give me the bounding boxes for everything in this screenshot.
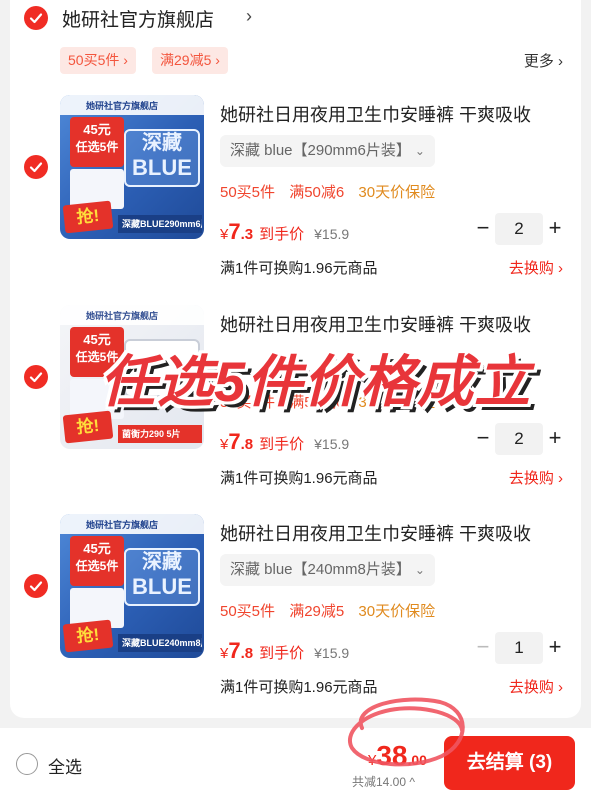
decrease-button[interactable]: − bbox=[471, 213, 495, 245]
tag-buy5: 50买5件 bbox=[220, 603, 276, 620]
product-image[interactable]: 她研社官方旗舰店 45元 任选5件 抢! 深藏 BLUE 深藏BLUE240mm8片 bbox=[60, 514, 204, 658]
chevron-down-icon: ⌄ bbox=[414, 144, 425, 158]
item-checkbox[interactable] bbox=[24, 155, 48, 179]
item-price: ¥7.8 到手价 ¥15.9 bbox=[220, 429, 350, 454]
original-price: ¥15.9 bbox=[314, 226, 350, 242]
item-checkbox[interactable] bbox=[24, 574, 48, 598]
check-icon bbox=[29, 372, 43, 383]
thumb-package: 深藏 BLUE bbox=[124, 548, 200, 606]
thumb-package: 深藏 BLUE bbox=[124, 129, 200, 187]
store-header[interactable]: 她研社官方旗舰店 › bbox=[10, 0, 581, 40]
item-tags: 50买5件 满29减5 30天价保险 bbox=[220, 600, 445, 621]
chevron-right-icon: › bbox=[558, 53, 563, 70]
cart-item: 她研社官方旗舰店 45元 任选5件 抢! 深藏 BLUE 深藏BLUE240mm8片… bbox=[10, 514, 581, 724]
exchange-info: 满1件可换购1.96元商品 bbox=[220, 679, 378, 696]
select-all-label[interactable]: 全选 bbox=[48, 753, 82, 778]
checkout-bar: 全选 ¥38.00 共减14.00 ^ 去结算 (3) bbox=[0, 728, 591, 800]
product-title[interactable]: 她研社日用夜用卫生巾安睡裤 干爽吸收 bbox=[220, 311, 531, 337]
more-button[interactable]: 更多 › bbox=[524, 50, 563, 71]
thumb-grab-label: 抢! bbox=[62, 200, 114, 234]
thumb-price-badge: 45元 任选5件 bbox=[70, 117, 124, 167]
exchange-button[interactable]: 去换购 › bbox=[509, 467, 563, 488]
thumb-store: 她研社官方旗舰店 bbox=[86, 311, 159, 321]
decrease-button[interactable]: − bbox=[471, 632, 495, 664]
product-title[interactable]: 她研社日用夜用卫生巾安睡裤 干爽吸收 bbox=[220, 101, 531, 127]
thumb-grab-label: 抢! bbox=[62, 619, 114, 653]
exchange-button[interactable]: 去换购 › bbox=[509, 676, 563, 697]
decrease-button[interactable]: − bbox=[471, 423, 495, 455]
item-checkbox[interactable] bbox=[24, 365, 48, 389]
check-icon bbox=[29, 162, 43, 173]
increase-button[interactable]: + bbox=[543, 632, 567, 664]
promo-tag-buy5[interactable]: 50买5件 › bbox=[60, 47, 136, 74]
checkout-button[interactable]: 去结算 (3) bbox=[444, 736, 575, 790]
thumb-footer: 菌衡力290 5片 bbox=[118, 425, 202, 443]
exchange-info: 满1件可换购1.96元商品 bbox=[220, 260, 378, 277]
exchange-info: 满1件可换购1.96元商品 bbox=[220, 470, 378, 487]
product-title[interactable]: 她研社日用夜用卫生巾安睡裤 干爽吸收 bbox=[220, 520, 531, 546]
sku-selector[interactable]: 深藏 blue【290mm6片装】 ⌄ bbox=[220, 135, 435, 167]
original-price: ¥15.9 bbox=[314, 436, 350, 452]
original-price: ¥15.9 bbox=[314, 645, 350, 661]
thumb-footer: 深藏BLUE240mm8片 bbox=[118, 634, 202, 652]
chevron-down-icon: ⌄ bbox=[414, 563, 425, 577]
promo-tag-discount[interactable]: 满29减5 › bbox=[152, 47, 228, 74]
store-name[interactable]: 她研社官方旗舰店 bbox=[62, 5, 214, 32]
sku-selector[interactable]: 深藏 blue【240mm8片装】 ⌄ bbox=[220, 554, 435, 586]
chevron-right-icon[interactable]: › bbox=[246, 6, 252, 27]
total-price: ¥38.00 bbox=[368, 740, 427, 771]
cart-item: 她研社官方旗舰店 45元 任选5件 抢! 深藏 BLUE 深藏BLUE290mm6片… bbox=[10, 95, 581, 305]
quantity-stepper: − 1 + bbox=[471, 632, 567, 664]
quantity-value[interactable]: 2 bbox=[495, 213, 543, 245]
item-price: ¥7.8 到手价 ¥15.9 bbox=[220, 638, 350, 663]
check-icon bbox=[29, 13, 43, 24]
increase-button[interactable]: + bbox=[543, 423, 567, 455]
exchange-button[interactable]: 去换购 › bbox=[509, 257, 563, 278]
tag-discount: 满29减5 bbox=[289, 603, 345, 620]
check-icon bbox=[29, 581, 43, 592]
quantity-stepper: − 2 + bbox=[471, 423, 567, 455]
increase-button[interactable]: + bbox=[543, 213, 567, 245]
tag-discount: 满50减6 bbox=[289, 184, 345, 201]
tag-price-protect: 30天价保险 bbox=[358, 603, 436, 620]
overlay-caption: 任选5件价格成立 bbox=[100, 350, 532, 413]
tag-buy5: 50买5件 bbox=[220, 184, 276, 201]
select-all-radio[interactable] bbox=[16, 753, 38, 775]
quantity-value[interactable]: 1 bbox=[495, 632, 543, 664]
product-image[interactable]: 她研社官方旗舰店 45元 任选5件 抢! 深藏 BLUE 深藏BLUE290mm6片 bbox=[60, 95, 204, 239]
thumb-store: 她研社官方旗舰店 bbox=[86, 101, 159, 111]
quantity-stepper: − 2 + bbox=[471, 213, 567, 245]
thumb-footer: 深藏BLUE290mm6片 bbox=[118, 215, 202, 233]
discount-detail[interactable]: 共减14.00 ^ bbox=[352, 773, 415, 790]
store-checkbox[interactable] bbox=[24, 6, 48, 30]
item-tags: 50买5件 满50减6 30天价保险 bbox=[220, 181, 445, 202]
thumb-price-badge: 45元 任选5件 bbox=[70, 536, 124, 586]
tag-price-protect: 30天价保险 bbox=[358, 184, 436, 201]
thumb-store: 她研社官方旗舰店 bbox=[86, 520, 159, 530]
quantity-value[interactable]: 2 bbox=[495, 423, 543, 455]
item-price: ¥7.3 到手价 ¥15.9 bbox=[220, 219, 350, 244]
